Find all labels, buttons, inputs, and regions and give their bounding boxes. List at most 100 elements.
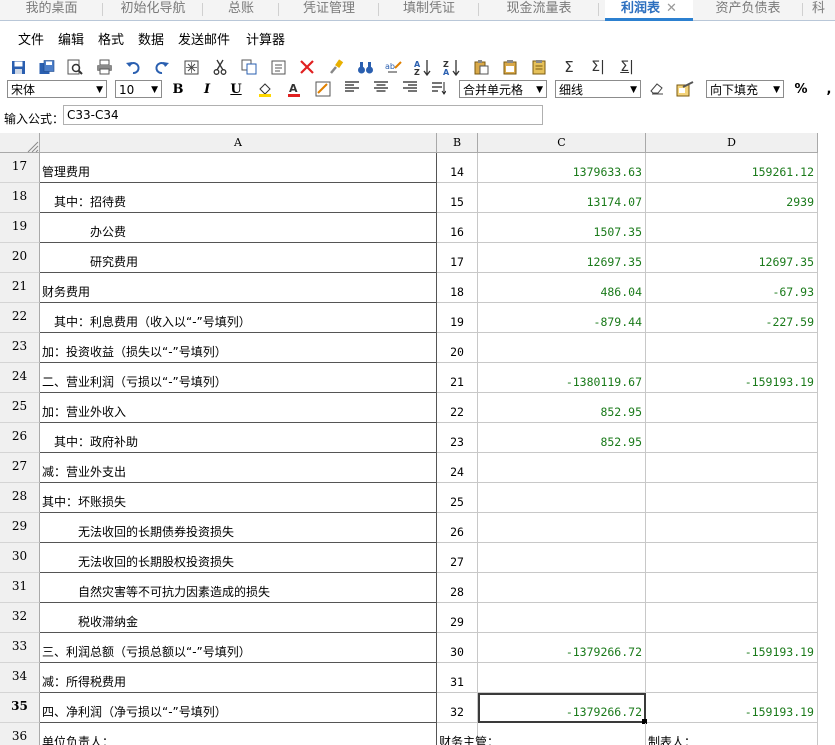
row-header[interactable]: 23 xyxy=(0,333,40,363)
row-header[interactable]: 20 xyxy=(0,243,40,273)
cell-item-name[interactable]: 税收滞纳金 xyxy=(40,603,437,633)
cell-prior-value[interactable]: 2939 xyxy=(646,183,818,213)
tab-desktop[interactable]: 我的桌面 xyxy=(0,0,103,20)
underline-button[interactable]: U xyxy=(227,81,245,99)
cell-prior-value[interactable]: 制表人： xyxy=(646,723,818,745)
cell-item-name[interactable]: 四、净利润（净亏损以“-”号填列） xyxy=(40,693,437,723)
row-header[interactable]: 35 xyxy=(0,693,40,723)
cell-current-value[interactable] xyxy=(478,663,646,693)
cell-line-number[interactable]: 财务主管： xyxy=(437,723,499,745)
cell-item-name[interactable]: 加：投资收益（损失以“-”号填列） xyxy=(40,333,437,363)
print-preview-icon[interactable] xyxy=(66,58,84,76)
cell-item-name[interactable]: 研究费用 xyxy=(40,243,437,273)
row-header[interactable]: 22 xyxy=(0,303,40,333)
cell-line-number[interactable]: 20 xyxy=(437,333,478,363)
cell-line-number[interactable]: 27 xyxy=(437,543,478,573)
cell-current-value[interactable] xyxy=(478,723,646,745)
cell-current-value[interactable]: 852.95 xyxy=(478,423,646,453)
cell-current-value[interactable]: -1379266.72 xyxy=(478,633,646,663)
sum-col-icon[interactable]: Σ | xyxy=(618,58,636,76)
cell-line-number[interactable]: 19 xyxy=(437,303,478,333)
paste-special-icon[interactable] xyxy=(472,58,490,76)
cell-line-number[interactable]: 21 xyxy=(437,363,478,393)
align-left-icon[interactable] xyxy=(343,81,361,99)
cell-item-name[interactable]: 无法收回的长期股权投资损失 xyxy=(40,543,437,573)
cell-prior-value[interactable] xyxy=(646,453,818,483)
menu-file[interactable]: 文件 xyxy=(18,29,44,48)
column-header-a[interactable]: A xyxy=(40,133,437,153)
cell-line-number[interactable]: 15 xyxy=(437,183,478,213)
row-header[interactable]: 26 xyxy=(0,423,40,453)
cell-prior-value[interactable] xyxy=(646,213,818,243)
format-brush-icon[interactable] xyxy=(327,58,345,76)
tab-more[interactable]: 科 xyxy=(812,0,835,20)
fullscreen-icon[interactable] xyxy=(182,58,200,76)
font-color-icon[interactable]: A xyxy=(285,81,303,99)
cell-prior-value[interactable]: -159193.19 xyxy=(646,633,818,663)
cell-prior-value[interactable]: 12697.35 xyxy=(646,243,818,273)
find-icon[interactable] xyxy=(356,58,374,76)
cell-prior-value[interactable] xyxy=(646,573,818,603)
cell-line-number[interactable]: 18 xyxy=(437,273,478,303)
menu-send-mail[interactable]: 发送邮件 xyxy=(178,29,230,48)
fill-down-select[interactable]: 向下填充 ▼ xyxy=(706,80,784,98)
row-header[interactable]: 30 xyxy=(0,543,40,573)
cell-line-number[interactable]: 16 xyxy=(437,213,478,243)
cell-item-name[interactable]: 单位负责人： xyxy=(40,723,437,745)
cell-item-name[interactable]: 减：所得税费用 xyxy=(40,663,437,693)
row-header[interactable]: 34 xyxy=(0,663,40,693)
row-header[interactable]: 21 xyxy=(0,273,40,303)
cell-item-name[interactable]: 财务费用 xyxy=(40,273,437,303)
wrap-text-icon[interactable] xyxy=(430,81,448,99)
row-header[interactable]: 28 xyxy=(0,483,40,513)
paste-icon[interactable] xyxy=(269,58,287,76)
cell-current-value[interactable]: 13174.07 xyxy=(478,183,646,213)
cell-current-value[interactable] xyxy=(478,513,646,543)
replace-icon[interactable]: ab xyxy=(385,58,403,76)
cell-current-value[interactable] xyxy=(478,483,646,513)
paste-values-icon[interactable] xyxy=(501,58,519,76)
cell-prior-value[interactable]: -67.93 xyxy=(646,273,818,303)
cell-item-name[interactable]: 自然灾害等不可抗力因素造成的损失 xyxy=(40,573,437,603)
cell-prior-value[interactable] xyxy=(646,543,818,573)
cell-current-value[interactable]: 1379633.63 xyxy=(478,153,646,183)
save-as-icon[interactable] xyxy=(38,58,56,76)
bold-button[interactable]: B xyxy=(169,81,187,99)
cell-prior-value[interactable]: 159261.12 xyxy=(646,153,818,183)
italic-button[interactable]: I xyxy=(198,81,216,99)
cell-prior-value[interactable] xyxy=(646,513,818,543)
tab-balance-sheet[interactable]: 资产负债表 xyxy=(693,0,803,20)
cell-prior-value[interactable] xyxy=(646,333,818,363)
fill-color-icon[interactable] xyxy=(256,81,274,99)
column-header-c[interactable]: C xyxy=(478,133,646,153)
sort-asc-icon[interactable]: AZ xyxy=(414,58,432,76)
cell-current-value[interactable]: 486.04 xyxy=(478,273,646,303)
row-header[interactable]: 36 xyxy=(0,723,40,745)
sum-icon[interactable]: Σ xyxy=(560,58,578,76)
cell-current-value[interactable] xyxy=(478,573,646,603)
cell-line-number[interactable]: 25 xyxy=(437,483,478,513)
tab-ledger[interactable]: 总账 xyxy=(203,0,279,20)
cell-prior-value[interactable]: -159193.19 xyxy=(646,363,818,393)
cell-item-name[interactable]: 无法收回的长期债券投资损失 xyxy=(40,513,437,543)
cell-current-value[interactable]: -879.44 xyxy=(478,303,646,333)
sort-desc-icon[interactable]: ZA xyxy=(443,58,461,76)
row-header[interactable]: 19 xyxy=(0,213,40,243)
cell-prior-value[interactable]: -227.59 xyxy=(646,303,818,333)
cell-line-number[interactable]: 28 xyxy=(437,573,478,603)
cell-item-name[interactable]: 办公费 xyxy=(40,213,437,243)
comma-style-button[interactable]: , xyxy=(820,81,835,99)
select-all-corner[interactable] xyxy=(0,133,40,153)
percent-button[interactable]: % xyxy=(792,81,810,99)
close-icon[interactable]: ✕ xyxy=(666,1,677,16)
cell-prior-value[interactable]: -159193.19 xyxy=(646,693,818,723)
row-header[interactable]: 29 xyxy=(0,513,40,543)
cell-line-number[interactable]: 32 xyxy=(437,693,478,723)
cell-current-value[interactable]: 1507.35 xyxy=(478,213,646,243)
align-right-icon[interactable] xyxy=(401,81,419,99)
row-header[interactable]: 25 xyxy=(0,393,40,423)
save-icon[interactable] xyxy=(9,58,27,76)
menu-data[interactable]: 数据 xyxy=(138,29,164,48)
formula-input[interactable]: C33-C34 xyxy=(63,105,543,125)
align-center-icon[interactable] xyxy=(372,81,390,99)
